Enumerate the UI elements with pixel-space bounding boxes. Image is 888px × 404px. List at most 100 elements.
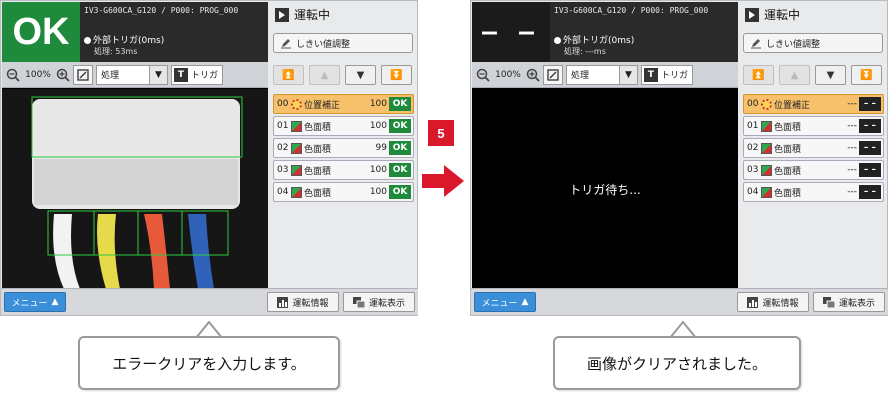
captured-image (2, 89, 268, 289)
tool-name: 色面積 (304, 188, 332, 199)
run-status: 運転中 (745, 6, 800, 23)
run-info-button[interactable]: 運転情報 (737, 292, 809, 312)
pencil-icon (751, 39, 761, 49)
position-icon (761, 98, 772, 110)
zoom-in-icon[interactable] (56, 65, 70, 85)
first-tool-icon[interactable]: ⏫ (743, 65, 774, 85)
trigger-button[interactable]: T トリガ (641, 64, 694, 85)
threshold-adjust-label: しきい値調整 (296, 39, 351, 50)
caption-right: 画像がクリアされました。 (553, 336, 801, 390)
tool-row[interactable]: 04 色面積 --- – – (743, 182, 884, 202)
tool-row[interactable]: 04 色面積 100 OK (273, 182, 414, 202)
chevron-down-icon: ▼ (149, 65, 167, 84)
tool-name: 色面積 (774, 166, 802, 177)
area-icon (291, 120, 302, 132)
status-header: – – IV3-G600CA_G120 / P000: PROG_000 外部ト… (472, 2, 738, 62)
run-status-label: 運転中 (764, 8, 801, 22)
right-panel: – – IV3-G600CA_G120 / P000: PROG_000 外部ト… (470, 0, 888, 316)
threshold-adjust-button[interactable]: しきい値調整 (743, 33, 883, 53)
menu-button[interactable]: メニュー ▲ (4, 292, 66, 312)
tool-row[interactable]: 01 色面積 --- – – (743, 116, 884, 136)
tool-result: – – (859, 163, 881, 177)
mode-select[interactable]: 処理 ▼ (96, 64, 168, 85)
mode-select[interactable]: 処理 ▼ (566, 64, 638, 85)
prev-tool-icon[interactable]: ▲ (779, 65, 810, 85)
pencil-icon (281, 39, 291, 49)
tool-name: 位置補正 (304, 100, 341, 111)
image-toolbar: 100% 処理 ▼ T トリガ (2, 62, 268, 88)
next-tool-icon[interactable]: ▼ (815, 65, 846, 85)
chevron-up-icon: ▲ (51, 297, 59, 307)
run-info-button[interactable]: 運転情報 (267, 292, 339, 312)
tool-result: OK (389, 185, 411, 199)
play-icon (275, 7, 289, 22)
zoom-level: 100% (25, 69, 51, 80)
model-name: IV3-G600CA_G120 (554, 6, 627, 15)
tool-score: --- (847, 121, 857, 131)
run-display-label: 運転表示 (838, 298, 875, 309)
tool-row[interactable]: 03 色面積 --- – – (743, 160, 884, 180)
tool-name: 色面積 (304, 122, 332, 133)
tool-score: --- (847, 99, 857, 109)
run-status: 運転中 (275, 6, 330, 23)
bar-chart-icon (747, 296, 759, 308)
run-status-label: 運転中 (294, 8, 331, 22)
next-tool-icon[interactable]: ▼ (345, 65, 376, 85)
last-tool-icon[interactable]: ⏬ (381, 65, 412, 85)
program-name: / P000: PROG_000 (631, 6, 709, 15)
last-tool-icon[interactable]: ⏬ (851, 65, 882, 85)
tool-result: – – (859, 97, 881, 111)
image-toolbar: 100% 処理 ▼ T トリガ (472, 62, 738, 88)
tool-nav: ⏫ ▲ ▼ ⏬ (743, 65, 882, 85)
process-time: 処理: ---ms (564, 47, 606, 56)
tool-row[interactable]: 02 色面積 --- – – (743, 138, 884, 158)
threshold-adjust-button[interactable]: しきい値調整 (273, 33, 413, 53)
area-icon (291, 142, 302, 154)
tool-row[interactable]: 03 色面積 100 OK (273, 160, 414, 180)
area-icon (291, 164, 302, 176)
play-icon (745, 7, 759, 22)
program-name: / P000: PROG_000 (161, 6, 239, 15)
arrow-right-icon (422, 165, 464, 197)
area-icon (761, 186, 772, 198)
tool-sidebar: 運転中 しきい値調整 ⏫ ▲ ▼ ⏬ 00 位置補正 100 OK 01 色面積 (269, 2, 417, 288)
run-info-label: 運転情報 (292, 298, 329, 309)
fit-screen-icon[interactable] (543, 64, 563, 85)
zoom-out-icon[interactable] (476, 65, 490, 85)
tool-name: 色面積 (774, 122, 802, 133)
tool-score: --- (847, 187, 857, 197)
tool-score: 100 (369, 165, 387, 175)
tool-score: --- (847, 143, 857, 153)
mode-select-value: 処理 (101, 71, 120, 81)
run-display-label: 運転表示 (368, 298, 405, 309)
fit-screen-icon[interactable] (73, 64, 93, 85)
model-name: IV3-G600CA_G120 (84, 6, 157, 15)
area-icon (761, 164, 772, 176)
waiting-message: トリガ待ち... (569, 182, 641, 197)
judgement-badge: OK (2, 2, 80, 62)
windows-icon (822, 296, 835, 308)
run-display-button[interactable]: 運転表示 (813, 292, 885, 312)
run-info-label: 運転情報 (762, 298, 799, 309)
tool-row[interactable]: 00 位置補正 100 OK (273, 94, 414, 114)
run-display-button[interactable]: 運転表示 (343, 292, 415, 312)
tool-result: OK (389, 119, 411, 133)
threshold-adjust-label: しきい値調整 (766, 39, 821, 50)
prev-tool-icon[interactable]: ▲ (309, 65, 340, 85)
trigger-mode: 外部トリガ(0ms) (84, 33, 164, 46)
zoom-in-icon[interactable] (526, 65, 540, 85)
tool-name: 色面積 (774, 144, 802, 155)
menu-button[interactable]: メニュー ▲ (474, 292, 536, 312)
tool-result: – – (859, 185, 881, 199)
tool-row[interactable]: 00 位置補正 --- – – (743, 94, 884, 114)
tool-nav: ⏫ ▲ ▼ ⏬ (273, 65, 412, 85)
tool-row[interactable]: 02 色面積 99 OK (273, 138, 414, 158)
trigger-button[interactable]: T トリガ (171, 64, 224, 85)
zoom-out-icon[interactable] (6, 65, 20, 85)
first-tool-icon[interactable]: ⏫ (273, 65, 304, 85)
bar-chart-icon (277, 296, 289, 308)
tool-row[interactable]: 01 色面積 100 OK (273, 116, 414, 136)
left-panel: OK IV3-G600CA_G120 / P000: PROG_000 外部トリ… (0, 0, 418, 316)
trigger-button-label: トリガ (191, 71, 219, 81)
tool-name: 色面積 (774, 188, 802, 199)
